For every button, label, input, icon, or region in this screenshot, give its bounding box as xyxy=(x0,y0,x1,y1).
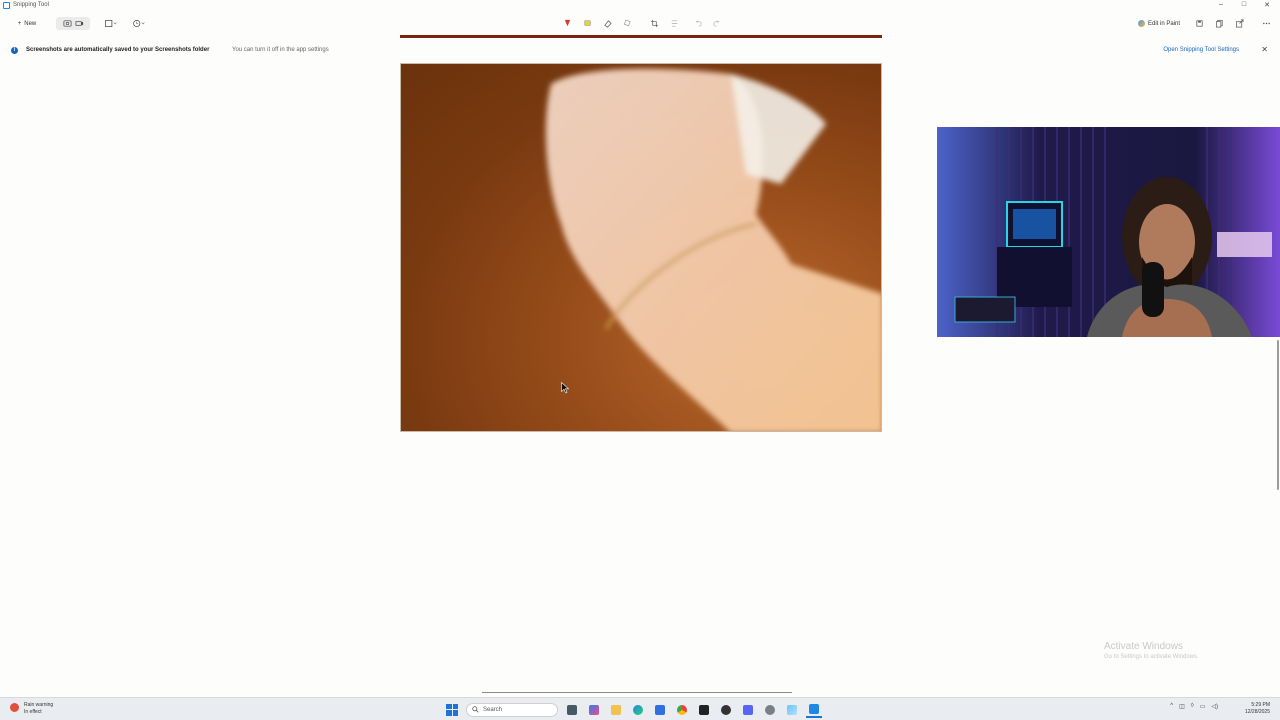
eraser-icon[interactable] xyxy=(601,17,613,30)
search-icon xyxy=(472,706,479,713)
snipping-tool-icon xyxy=(3,2,10,9)
activate-windows-watermark: Activate Windows Go to Settings to activ… xyxy=(1104,641,1199,660)
close-info-icon[interactable]: ✕ xyxy=(1261,45,1268,54)
ballpoint-pen-icon[interactable] xyxy=(561,17,573,30)
weather-widget[interactable]: Rain warning In effect xyxy=(10,702,54,716)
chevron-up-icon[interactable]: ^ xyxy=(1170,703,1173,710)
crop-icon[interactable] xyxy=(648,17,660,30)
save-icon[interactable] xyxy=(1193,17,1205,30)
plus-icon: + xyxy=(17,20,22,27)
maximize-button[interactable]: □ xyxy=(1234,1,1254,8)
discord-icon[interactable] xyxy=(740,702,756,718)
info-submessage: You can turn it off in the app settings xyxy=(232,47,329,53)
microphone-icon[interactable]: ◊ xyxy=(1191,703,1194,710)
info-message: Screenshots are automatically saved to y… xyxy=(26,47,210,53)
settings-gear-icon[interactable] xyxy=(762,702,778,718)
webcam-overlay xyxy=(937,127,1280,337)
paint-icon xyxy=(1137,20,1145,27)
edge-icon[interactable] xyxy=(630,702,646,718)
snipping-tool-taskbar-icon[interactable] xyxy=(806,702,822,718)
snip-shape-dropdown[interactable] xyxy=(101,17,121,30)
mouse-cursor-icon xyxy=(561,382,569,394)
clock-date: 12/28/2025 xyxy=(1244,709,1270,715)
previous-capture-edge xyxy=(400,35,882,38)
taskbar-center: Search xyxy=(444,701,822,718)
delay-timer-dropdown[interactable] xyxy=(129,17,149,30)
weather-line1: Rain warning xyxy=(24,702,54,708)
new-button-label: New xyxy=(24,20,37,27)
clock[interactable]: 5:29 PM 12/28/2025 xyxy=(1245,702,1270,716)
shapes-icon[interactable] xyxy=(621,17,633,30)
open-settings-link[interactable]: Open Snipping Tool Settings xyxy=(1163,47,1239,53)
capture-mode-selector[interactable] xyxy=(56,17,90,30)
video-icon[interactable] xyxy=(73,19,85,28)
watermark-subtitle: Go to Settings to activate Windows. xyxy=(1104,654,1199,660)
system-tray: ^ ◫ ◊ ▭ ◁) xyxy=(1170,703,1218,710)
store-icon[interactable] xyxy=(652,702,668,718)
taskbar-search[interactable]: Search xyxy=(466,702,558,717)
obs-icon[interactable] xyxy=(718,702,734,718)
captured-screenshot[interactable] xyxy=(400,63,882,432)
camera-icon[interactable] xyxy=(61,19,73,28)
streamer-webcam-image xyxy=(937,127,1280,337)
network-icon[interactable]: ◫ xyxy=(1179,703,1185,710)
volume-icon[interactable]: ◁) xyxy=(1211,703,1218,710)
toolbar: + New Edit in Paint xyxy=(0,12,1280,36)
copy-icon[interactable] xyxy=(1213,17,1225,30)
taskbar-drag-indicator xyxy=(482,692,792,693)
task-view-icon[interactable] xyxy=(564,702,580,718)
minimize-button[interactable]: – xyxy=(1211,1,1231,8)
title-bar: Snipping Tool – □ ✕ xyxy=(0,0,1280,12)
redo-icon[interactable] xyxy=(710,17,722,30)
weather-line2: In effect xyxy=(24,709,42,715)
copilot-icon[interactable] xyxy=(586,702,602,718)
chrome-icon[interactable] xyxy=(674,702,690,718)
file-explorer-icon[interactable] xyxy=(608,702,624,718)
display-icon[interactable]: ▭ xyxy=(1200,703,1206,710)
watermark-title: Activate Windows xyxy=(1104,641,1183,652)
info-icon: i xyxy=(11,47,18,54)
vertical-scrollbar[interactable] xyxy=(1277,340,1279,490)
new-button[interactable]: + New xyxy=(10,17,44,30)
info-bar: i Screenshots are automatically saved to… xyxy=(0,43,1280,58)
more-options-icon[interactable] xyxy=(1260,17,1272,30)
edit-in-paint-label: Edit in Paint xyxy=(1147,20,1181,27)
highlighter-icon[interactable] xyxy=(581,17,593,30)
text-actions-icon[interactable] xyxy=(668,17,680,30)
undo-icon[interactable] xyxy=(692,17,704,30)
weather-warning-icon xyxy=(10,703,19,712)
search-placeholder: Search xyxy=(483,706,503,713)
terminal-icon[interactable] xyxy=(696,702,712,718)
window-title: Snipping Tool xyxy=(13,2,49,8)
clock-time: 5:29 PM xyxy=(1251,702,1270,708)
photos-icon[interactable] xyxy=(784,702,800,718)
share-icon[interactable] xyxy=(1233,17,1245,30)
hand-bracelet-image xyxy=(545,68,881,431)
windows-start-icon[interactable] xyxy=(444,702,460,718)
close-button[interactable]: ✕ xyxy=(1257,1,1277,9)
taskbar: Rain warning In effect Search ^ ◫ ◊ ▭ ◁)… xyxy=(0,697,1280,720)
edit-in-paint-button[interactable]: Edit in Paint xyxy=(1133,17,1185,30)
